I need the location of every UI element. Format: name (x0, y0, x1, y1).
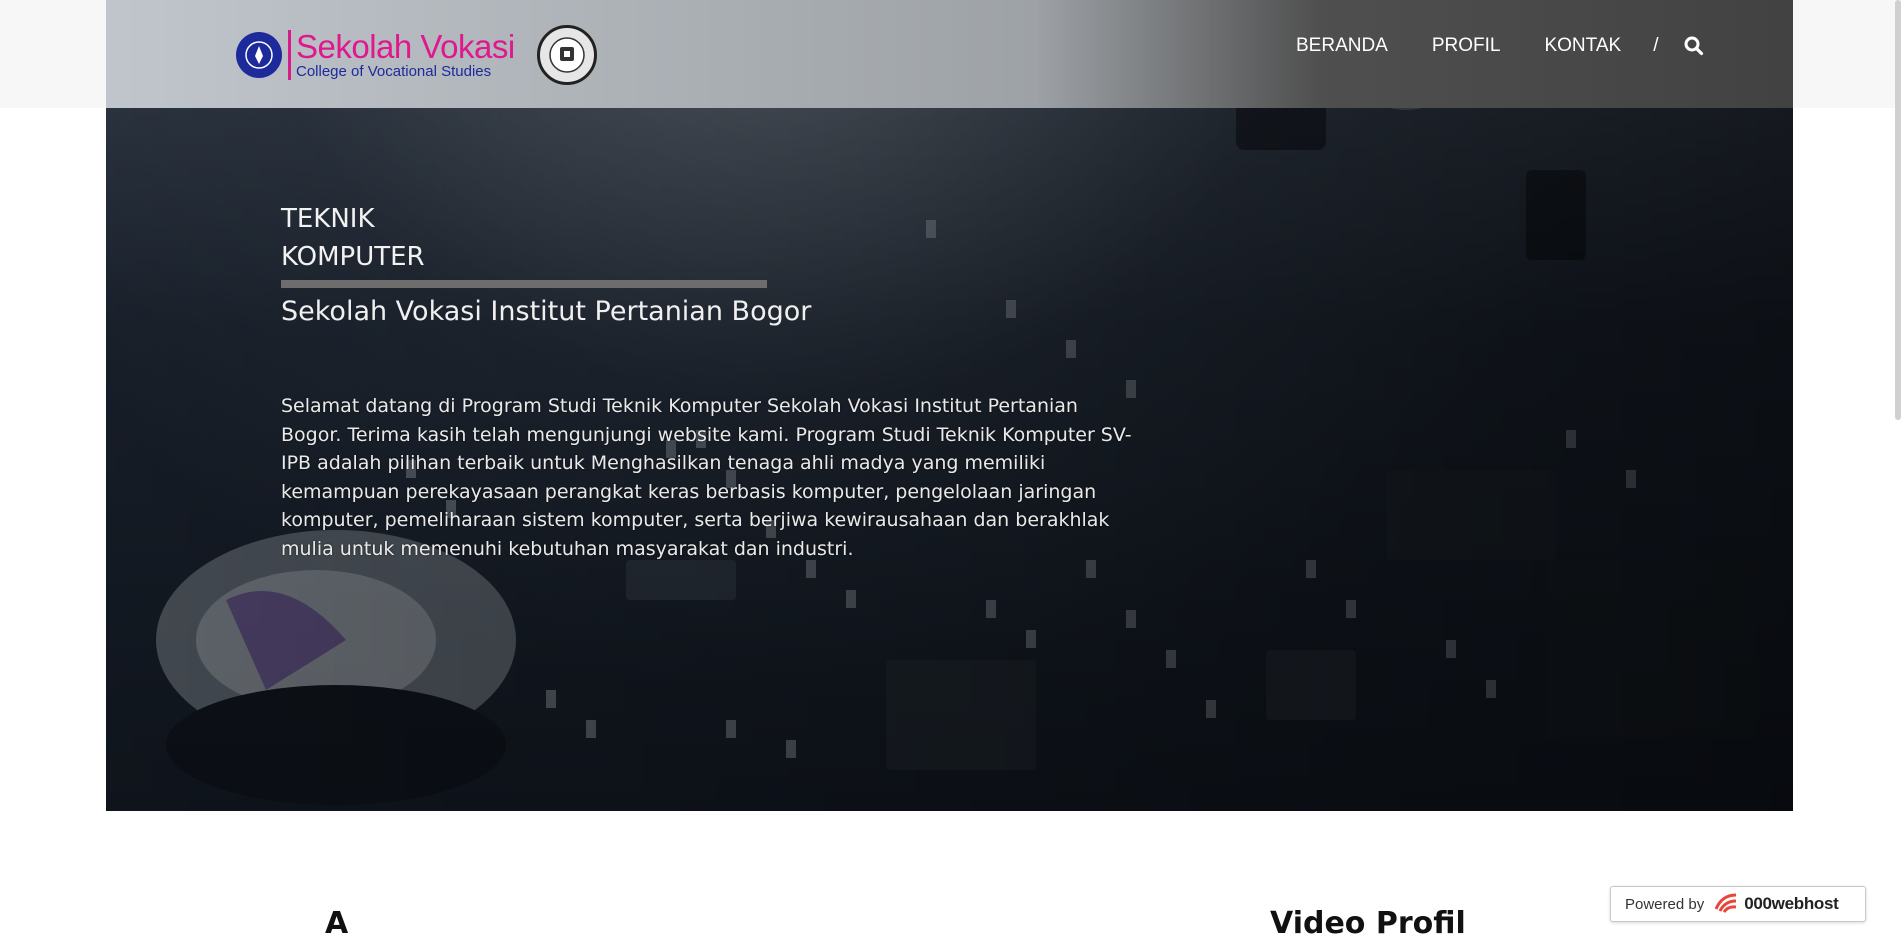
hero-title-line1: TEKNIK (281, 204, 375, 234)
hero-description: Selamat datang di Program Studi Teknik K… (281, 395, 1132, 560)
search-icon[interactable] (1684, 35, 1704, 57)
hero-content: TEKNIK KOMPUTER Sekolah Vokasi Institut … (281, 200, 1141, 583)
section-heading-left: A (325, 906, 349, 941)
main-nav: BERANDA PROFIL KONTAK / (1296, 35, 1704, 57)
page-scrollbar[interactable] (1895, 0, 1901, 420)
powered-brand: 000webhost (1744, 894, 1839, 913)
hero-subtitle: Sekolah Vokasi Institut Pertanian Bogor (281, 296, 812, 327)
webhost-logo-icon (1712, 891, 1740, 918)
logo-title: Sekolah Vokasi (296, 28, 515, 65)
hero-title-line2: KOMPUTER (281, 242, 425, 272)
nav-kontak[interactable]: KONTAK (1544, 35, 1621, 57)
nav-beranda[interactable]: BERANDA (1296, 35, 1388, 57)
nav-separator: / (1653, 35, 1659, 56)
section-heading-video: Video Profil (1270, 906, 1466, 941)
powered-by-badge[interactable]: Powered by 000webhost (1610, 886, 1866, 922)
program-seal-icon (536, 25, 597, 85)
hero-title: TEKNIK KOMPUTER (281, 200, 581, 276)
powered-label: Powered by (1625, 895, 1705, 913)
logo-text: Sekolah Vokasi College of Vocational Stu… (288, 30, 515, 80)
nav-profil[interactable]: PROFIL (1432, 35, 1501, 57)
logo-subtitle: College of Vocational Studies (296, 63, 492, 80)
site-logo[interactable]: Sekolah Vokasi College of Vocational Stu… (236, 25, 597, 85)
hero-divider (281, 280, 767, 288)
ipb-emblem-icon (236, 32, 282, 78)
